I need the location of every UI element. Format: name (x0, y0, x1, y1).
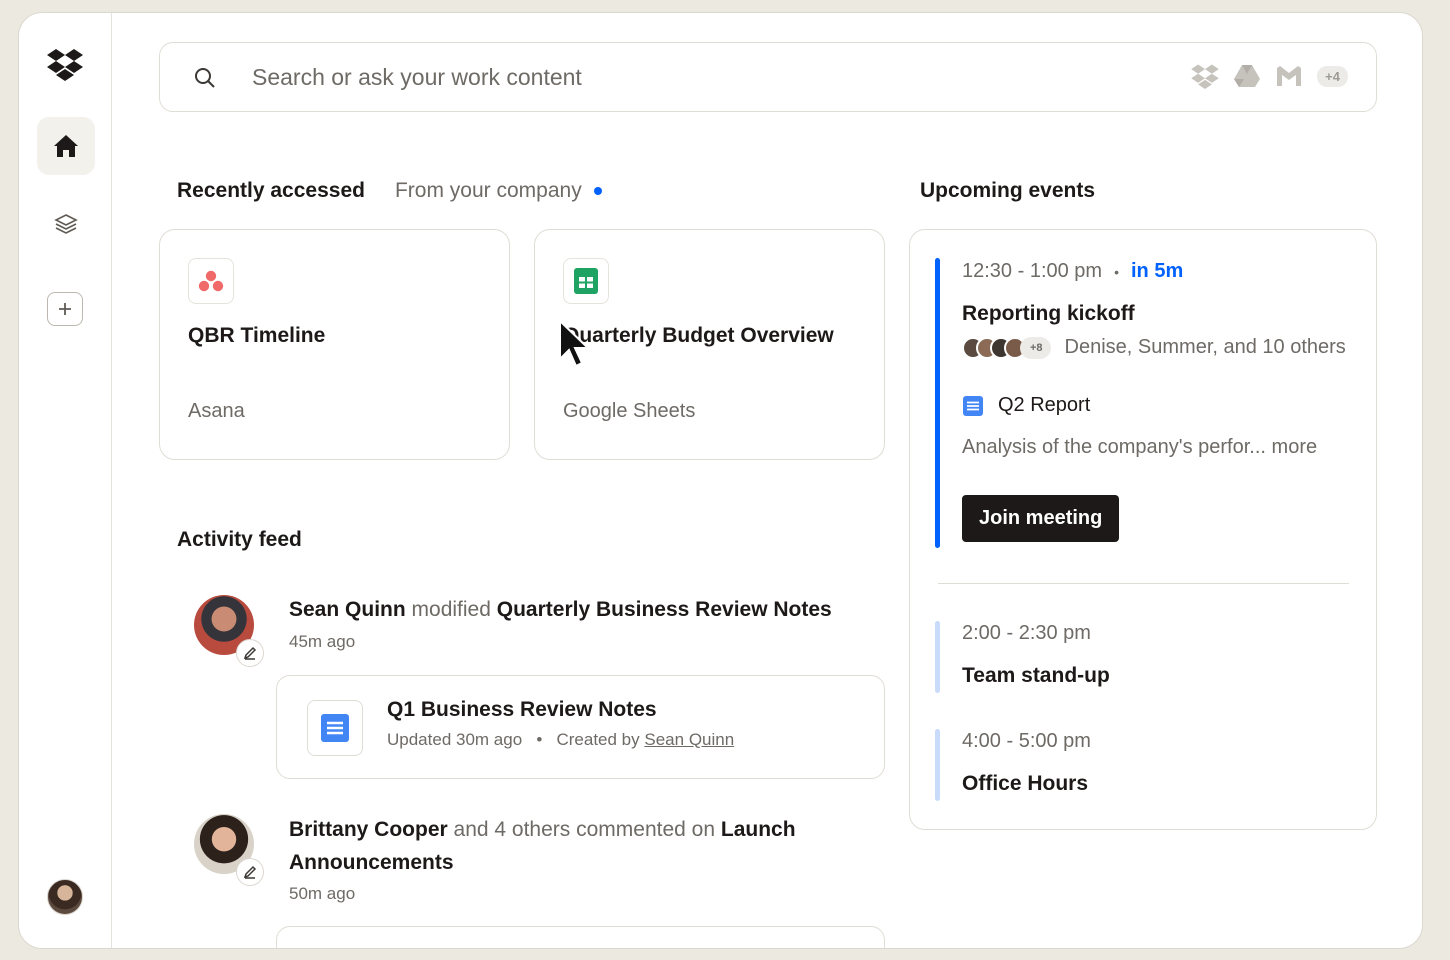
activity-actor[interactable]: Brittany Cooper (289, 818, 448, 841)
event-countdown: in 5m (1131, 260, 1184, 282)
plus-icon (59, 303, 71, 315)
file-meta: Updated 30m ago • Created by Sean Quinn (387, 730, 734, 750)
activity-text: Sean Quinn modified Quarterly Business R… (289, 593, 849, 626)
google-docs-icon (307, 700, 363, 756)
events-panel: 12:30 - 1:00 pm • in 5m Reporting kickof… (909, 229, 1377, 830)
event-time-range: 12:30 - 1:00 pm (962, 260, 1103, 282)
event-time: 2:00 - 2:30 pm (962, 622, 1091, 645)
file-updated: Updated 30m ago (387, 730, 523, 749)
file-creator-link[interactable]: Sean Quinn (644, 730, 734, 749)
sidebar-item-home[interactable] (37, 117, 95, 175)
event-active-bar (935, 258, 940, 548)
pencil-icon (243, 646, 257, 660)
attendee-count-badge: +8 (1020, 336, 1051, 359)
event-title[interactable]: Office Hours (962, 772, 1088, 796)
layers-icon (54, 214, 78, 234)
asana-icon (188, 258, 234, 304)
activity-verb: modified (411, 598, 491, 621)
more-integrations-badge[interactable]: +4 (1317, 65, 1348, 87)
tab-recently-accessed[interactable]: Recently accessed (177, 179, 365, 203)
activity-time: 45m ago (289, 632, 356, 651)
attendee-names: Denise, Summer, and 10 others (1064, 336, 1346, 358)
activity-text: Brittany Cooper and 4 others commented o… (289, 813, 849, 879)
add-button[interactable] (47, 292, 83, 326)
google-sheets-icon (563, 258, 609, 304)
google-docs-icon (963, 395, 983, 416)
time-separator: • (1114, 263, 1119, 280)
activity-time: 50m ago (289, 884, 356, 903)
description-text: Analysis of the company's perfor... (962, 436, 1266, 458)
dropbox-logo-icon[interactable] (47, 47, 83, 83)
event-title[interactable]: Reporting kickoff (962, 302, 1135, 326)
tab-from-your-company-label: From your company (394, 179, 582, 202)
home-icon (54, 135, 78, 157)
join-meeting-button[interactable]: Join meeting (962, 495, 1120, 542)
mouse-cursor-icon (559, 319, 591, 368)
recent-card-qbr-timeline[interactable]: QBR Timeline Asana (159, 229, 510, 460)
unread-dot (593, 187, 602, 195)
file-title: Q1 Business Review Notes (387, 698, 657, 721)
edit-badge (236, 858, 264, 886)
activity-file-card[interactable]: Q1 Business Review Notes Updated 30m ago… (276, 675, 885, 779)
card-source: Asana (188, 400, 245, 422)
google-drive-icon[interactable] (1233, 64, 1261, 88)
sidebar (19, 13, 112, 948)
card-source: Google Sheets (563, 400, 696, 422)
integration-icons: +4 (1191, 63, 1348, 89)
event-time-range: 2:00 - 2:30 pm (962, 622, 1091, 644)
pencil-icon (243, 865, 257, 879)
card-title: Quarterly Budget Overview (563, 324, 834, 347)
activity-verb: and 4 others commented on (453, 818, 716, 841)
tab-from-your-company[interactable]: From your company (395, 179, 602, 203)
sidebar-item-stacks[interactable] (37, 195, 95, 253)
user-avatar[interactable] (47, 879, 83, 915)
event-time: 4:00 - 5:00 pm (962, 730, 1091, 753)
event-time-range: 4:00 - 5:00 pm (962, 730, 1091, 752)
card-title: QBR Timeline (188, 324, 326, 347)
search-icon (195, 68, 215, 88)
event-attendees[interactable]: +8 Denise, Summer, and 10 others (962, 336, 1346, 359)
event-title[interactable]: Team stand-up (962, 664, 1110, 688)
divider (938, 583, 1349, 584)
dropbox-icon[interactable] (1191, 63, 1219, 89)
event-bar (935, 621, 940, 693)
more-link[interactable]: more (1272, 436, 1318, 458)
activity-file-card[interactable] (276, 926, 885, 948)
attendee-faces (962, 336, 1026, 359)
meta-separator: • (526, 730, 552, 749)
activity-feed-title: Activity feed (177, 528, 302, 551)
activity-actor[interactable]: Sean Quinn (289, 598, 406, 621)
attachment-title: Q2 Report (998, 394, 1091, 416)
event-time: 12:30 - 1:00 pm • in 5m (962, 260, 1183, 283)
search-bar: +4 (159, 42, 1377, 112)
edit-badge (236, 639, 264, 667)
file-created-prefix: Created by (556, 730, 640, 749)
content-tabs: Recently accessed From your company (177, 179, 602, 203)
search-input[interactable] (252, 43, 1152, 111)
upcoming-events-title: Upcoming events (920, 179, 1096, 202)
app-window: +4 Recently accessed From your company Q… (18, 12, 1423, 949)
event-bar (935, 729, 940, 801)
activity-object[interactable]: Quarterly Business Review Notes (497, 598, 832, 621)
event-description: Analysis of the company's perfor... more (962, 436, 1317, 459)
gmail-icon[interactable] (1275, 65, 1303, 87)
event-attachment[interactable]: Q2 Report (962, 394, 1090, 417)
